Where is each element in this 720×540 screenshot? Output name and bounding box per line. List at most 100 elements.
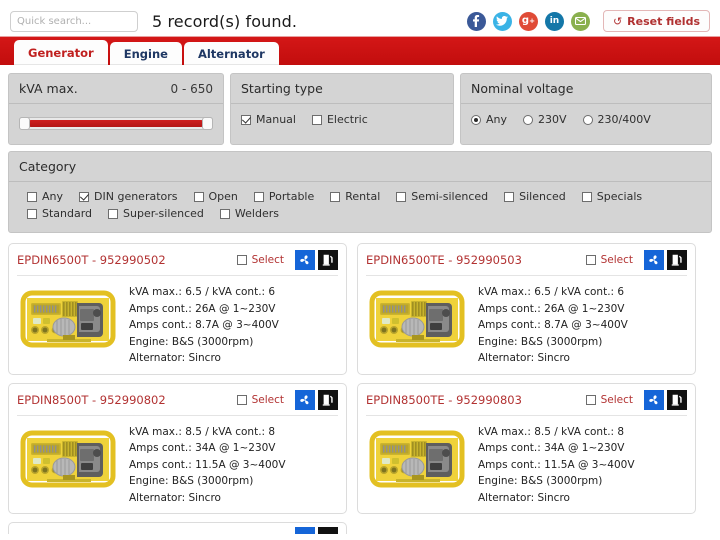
spec-line: Amps cont.: 34A @ 1~230V: [478, 442, 625, 454]
radio-voltage-230v[interactable]: 230V: [523, 113, 567, 126]
starting-type-options: Manual Electric: [241, 113, 443, 130]
product-title[interactable]: EPDIN6500T - 952990502: [17, 253, 237, 267]
checkbox-category-silenced[interactable]: Silenced: [504, 190, 566, 203]
spec-line: kVA max.: 6.5 / kVA cont.: 6: [478, 286, 625, 298]
facebook-icon[interactable]: [466, 11, 486, 31]
checkbox-category-any[interactable]: Any: [27, 190, 63, 203]
product-select-checkbox[interactable]: Select: [236, 254, 284, 266]
checkbox-category-din-generators[interactable]: DIN generators: [79, 190, 178, 203]
reset-fields-label: Reset fields: [627, 14, 700, 28]
filter-category-body: Any DIN generators Open Portable Rental: [9, 182, 711, 232]
fuel-pump-icon[interactable]: [667, 389, 687, 410]
product-title[interactable]: EPDIN8500T - 952990802: [17, 393, 237, 407]
checkbox-category-portable-label: Portable: [268, 190, 315, 203]
filter-starting-type-body: Manual Electric: [231, 104, 453, 144]
checkbox-box-icon: [27, 208, 37, 219]
checkbox-category-any-label: Any: [42, 190, 64, 203]
checkbox-category-rental[interactable]: Rental: [330, 190, 380, 203]
checkbox-category-specials-label: Specials: [596, 190, 643, 203]
product-select-label: Select: [600, 254, 633, 266]
spec-line: Amps cont.: 11.5A @ 3~400V: [478, 458, 635, 471]
product-card-partial[interactable]: [8, 522, 347, 534]
fan-icon[interactable]: [295, 527, 315, 534]
product-card[interactable]: EPDIN8500TE - 952990803 Select kVA max.:…: [357, 382, 696, 514]
checkbox-starting-electric-label: Electric: [326, 113, 368, 126]
checkbox-category-welders[interactable]: Welders: [219, 207, 279, 220]
filter-nominal-voltage-header: Nominal voltage: [461, 74, 711, 104]
product-specs: kVA max.: 8.5 / kVA cont.: 8 Amps cont.:…: [129, 423, 286, 507]
checkbox-box-icon: [253, 191, 264, 202]
spec-line: Alternator: Sincro: [478, 352, 570, 364]
filter-section: kVA max. 0 - 650 Starting type Manual El…: [0, 65, 720, 233]
product-specs: kVA max.: 6.5 / kVA cont.: 6 Amps cont.:…: [478, 283, 628, 367]
fuel-pump-icon[interactable]: [667, 250, 687, 270]
radio-voltage-230-400v-label: 230/400V: [597, 113, 651, 126]
tab-generator-label: Generator: [28, 45, 94, 60]
checkbox-category-standard[interactable]: Standard: [27, 207, 92, 220]
product-select-checkbox[interactable]: Select: [585, 394, 633, 406]
product-thumbnail: [17, 422, 119, 497]
product-card-body: kVA max.: 8.5 / kVA cont.: 8 Amps cont.:…: [366, 416, 687, 507]
checkbox-box-icon: [330, 191, 341, 202]
product-card[interactable]: EPDIN6500TE - 952990503 Select kVA max.:…: [357, 243, 696, 375]
product-card-header: EPDIN8500TE - 952990803 Select: [366, 389, 687, 416]
filter-nominal-voltage-body: Any 230V 230/400V: [461, 104, 711, 144]
fan-icon[interactable]: [644, 250, 664, 270]
checkbox-starting-manual[interactable]: Manual: [241, 113, 296, 126]
email-icon[interactable]: [570, 11, 590, 31]
product-select-checkbox[interactable]: Select: [585, 254, 633, 266]
fuel-pump-icon[interactable]: [318, 527, 338, 534]
checkbox-category-open-label: Open: [208, 190, 238, 203]
spec-line: Engine: B&S (3000rpm): [478, 335, 603, 348]
product-card-header: EPDIN8500T - 952990802 Select: [17, 389, 338, 416]
spec-line: Amps cont.: 34A @ 1~230V: [129, 442, 276, 454]
product-card[interactable]: EPDIN6500T - 952990502 Select kVA max.: …: [8, 243, 347, 375]
product-thumbnail: [17, 283, 119, 357]
checkbox-box-icon: [504, 191, 515, 202]
refresh-icon: ↺: [612, 14, 623, 28]
radio-voltage-230-400v[interactable]: 230/400V: [582, 113, 651, 126]
reset-fields-button[interactable]: ↺ Reset fields: [602, 10, 710, 32]
quick-search-input[interactable]: [10, 10, 138, 32]
tab-generator[interactable]: Generator: [14, 40, 108, 65]
top-bar-actions: g + in ↺ Reset fields: [466, 10, 710, 32]
radio-circle-icon: [582, 114, 593, 125]
checkbox-category-super-silenced-label: Super-silenced: [123, 207, 204, 220]
product-card-header: EPDIN6500TE - 952990503 Select: [366, 250, 687, 276]
fan-icon[interactable]: [295, 250, 315, 270]
checkbox-category-portable[interactable]: Portable: [253, 190, 315, 203]
filter-kva-title: kVA max.: [19, 81, 78, 96]
product-select-checkbox[interactable]: Select: [236, 393, 284, 406]
fan-icon[interactable]: [644, 389, 664, 410]
spec-line: kVA max.: 8.5 / kVA cont.: 8: [478, 425, 625, 438]
kva-slider-handle-max[interactable]: [202, 117, 213, 130]
spec-line: Alternator: Sincro: [129, 491, 221, 504]
tab-alternator-label: Alternator: [197, 46, 265, 61]
product-card[interactable]: EPDIN8500T - 952990802 Select kVA max.: …: [8, 382, 347, 514]
product-thumbnail: [366, 283, 468, 357]
tab-alternator[interactable]: Alternator: [183, 42, 279, 65]
product-title[interactable]: EPDIN8500TE - 952990803: [366, 393, 586, 407]
tab-engine[interactable]: Engine: [109, 42, 182, 65]
checkbox-category-open[interactable]: Open: [193, 190, 238, 203]
linkedin-icon[interactable]: in: [544, 11, 564, 31]
fan-icon[interactable]: [295, 389, 315, 410]
checkbox-starting-electric[interactable]: Electric: [311, 113, 368, 126]
checkbox-starting-manual-label: Manual: [256, 113, 296, 126]
record-count-label: 5 record(s) found.: [152, 11, 298, 31]
kva-slider-handle-min[interactable]: [19, 117, 30, 130]
checkbox-category-semi-silenced[interactable]: Semi-silenced: [396, 190, 488, 203]
product-card-header: EPDIN6500T - 952990502 Select: [17, 250, 338, 276]
kva-range-slider[interactable]: [19, 117, 213, 130]
checkbox-category-super-silenced[interactable]: Super-silenced: [108, 207, 204, 220]
product-select-label: Select: [251, 393, 284, 406]
checkbox-category-specials[interactable]: Specials: [581, 190, 643, 203]
filter-kva-header: kVA max. 0 - 650: [9, 74, 223, 104]
fuel-pump-icon[interactable]: [318, 389, 338, 410]
radio-voltage-any[interactable]: Any: [471, 113, 507, 126]
product-title[interactable]: EPDIN6500TE - 952990503: [366, 253, 586, 267]
top-bar: 5 record(s) found. g+ in ↺ Reset fields: [0, 0, 720, 36]
twitter-icon[interactable]: [492, 11, 512, 31]
fuel-pump-icon[interactable]: [318, 250, 338, 270]
google-plus-icon[interactable]: g +: [518, 11, 538, 31]
